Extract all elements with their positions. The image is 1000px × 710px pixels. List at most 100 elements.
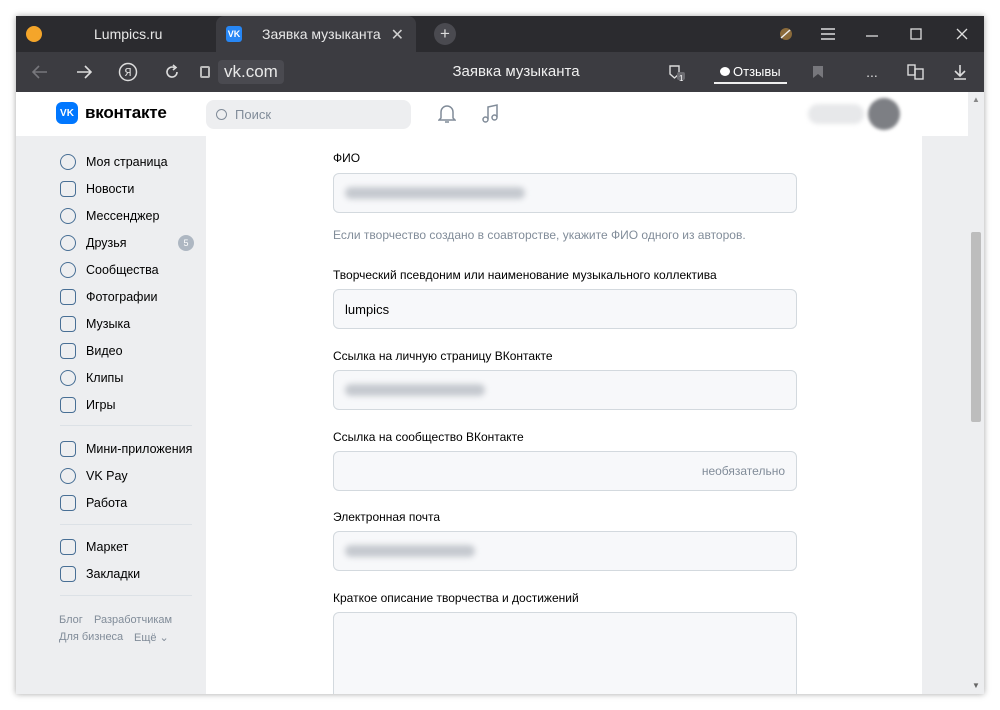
tab-lumpics[interactable]: Lumpics.ru <box>16 16 216 52</box>
sidebar-divider <box>60 425 192 426</box>
arrow-right-icon[interactable] <box>72 52 96 92</box>
download-icon[interactable] <box>948 52 972 92</box>
tab-close-icon[interactable]: ✕ <box>391 25 404 45</box>
sidebar-item-messenger[interactable]: Мессенджер <box>60 205 159 227</box>
sidebar-item-clips[interactable]: Клипы <box>60 367 123 389</box>
communities-icon <box>60 262 76 278</box>
address-bar: Я vk.com Заявка музыканта 1 Отзывы ... <box>16 52 984 92</box>
yandex-icon[interactable]: Я <box>116 52 140 92</box>
sidebar-item-mini-apps[interactable]: Мини-приложения <box>60 438 192 460</box>
scrollbar-thumb[interactable] <box>971 232 981 422</box>
more-button[interactable]: ... <box>860 52 884 92</box>
vk-favicon-icon: VK <box>226 26 242 42</box>
personal-link-value-blurred <box>345 384 485 396</box>
close-icon[interactable] <box>950 16 974 52</box>
sidebar-item-label: Друзья <box>86 236 127 250</box>
arrow-left-icon[interactable] <box>28 52 52 92</box>
url-field[interactable]: vk.com <box>200 60 284 84</box>
downloads-badge: 1 <box>679 74 684 83</box>
page-title: Заявка музыканта <box>452 63 580 80</box>
new-tab-button[interactable]: + <box>434 23 456 45</box>
community-link-field[interactable]: необязательно <box>333 451 797 491</box>
music-icon <box>60 316 76 332</box>
footer-link-developers[interactable]: Разработчикам <box>94 614 172 626</box>
extension-icon[interactable] <box>774 16 798 52</box>
message-icon <box>60 208 76 224</box>
sidebar-item-bookmarks[interactable]: Закладки <box>60 563 140 585</box>
sidebar-item-communities[interactable]: Сообщества <box>60 259 159 281</box>
scroll-down-icon[interactable]: ▼ <box>968 678 984 694</box>
sidebar-item-games[interactable]: Игры <box>60 394 115 416</box>
work-icon <box>60 495 76 511</box>
scroll-up-icon[interactable]: ▲ <box>968 92 984 108</box>
tab-label: Заявка музыканта <box>262 26 381 42</box>
sidebar-item-friends[interactable]: Друзья <box>60 232 127 254</box>
sidebar-item-market[interactable]: Маркет <box>60 536 128 558</box>
pseudonym-label: Творческий псевдоним или наименование му… <box>333 268 717 282</box>
tab-musician-request[interactable]: VK Заявка музыканта ✕ <box>216 16 416 52</box>
protect-shield-icon[interactable]: 1 <box>664 52 688 92</box>
pseudonym-value: lumpics <box>345 301 390 317</box>
sidebar-item-video[interactable]: Видео <box>60 340 123 362</box>
sidebar-item-label: Мессенджер <box>86 209 160 223</box>
sidebar-item-work[interactable]: Работа <box>60 492 127 514</box>
fio-field[interactable] <box>333 173 797 213</box>
minimize-icon[interactable] <box>860 16 884 52</box>
user-circle-icon <box>60 154 76 170</box>
search-placeholder: Поиск <box>235 107 272 122</box>
bookmark-icon[interactable] <box>806 52 830 92</box>
sidebar-item-music[interactable]: Музыка <box>60 313 130 335</box>
sidebar-item-vk-pay[interactable]: VK Pay <box>60 465 128 487</box>
title-bar: Lumpics.ru VK Заявка музыканта ✕ + <box>16 16 984 52</box>
bell-icon[interactable] <box>435 102 459 126</box>
search-icon <box>216 109 227 120</box>
mini-apps-icon <box>60 441 76 457</box>
footer-link-blog[interactable]: Блог <box>59 614 83 626</box>
sidebar: Моя страница Новости Мессенджер Друзья 5… <box>16 136 206 694</box>
email-field[interactable] <box>333 531 797 571</box>
sidebar-item-label: Мини-приложения <box>86 442 193 456</box>
sidebar-item-label: Клипы <box>86 371 124 385</box>
sidebar-item-label: Игры <box>86 398 116 412</box>
page-scrollbar[interactable]: ▲ ▼ <box>968 92 984 694</box>
footer-link-more[interactable]: Ещё ⌄ <box>134 631 169 644</box>
url-text: vk.com <box>218 60 284 84</box>
collections-icon[interactable] <box>904 52 928 92</box>
fio-hint: Если творчество создано в соавторстве, у… <box>333 228 746 242</box>
footer-link-business[interactable]: Для бизнеса <box>59 631 123 643</box>
sidebar-item-photos[interactable]: Фотографии <box>60 286 157 308</box>
lumpics-favicon-icon <box>26 26 42 42</box>
sidebar-divider <box>60 524 192 525</box>
personal-link-label: Ссылка на личную страницу ВКонтакте <box>333 349 553 363</box>
sidebar-item-news[interactable]: Новости <box>60 178 134 200</box>
personal-link-field[interactable] <box>333 370 797 410</box>
community-link-label: Ссылка на сообщество ВКонтакте <box>333 430 524 444</box>
reviews-button[interactable]: Отзывы <box>714 60 787 84</box>
description-label: Краткое описание творчества и достижений <box>333 591 579 605</box>
pseudonym-field[interactable]: lumpics <box>333 289 797 329</box>
optional-placeholder: необязательно <box>701 464 785 478</box>
search-input[interactable]: Поиск <box>206 100 411 129</box>
market-icon <box>60 539 76 555</box>
news-icon <box>60 181 76 197</box>
vk-pay-icon <box>60 468 76 484</box>
sidebar-item-label: Работа <box>86 496 128 510</box>
sidebar-item-label: Моя страница <box>86 155 168 169</box>
friends-icon <box>60 235 76 251</box>
fio-value-blurred <box>345 187 525 199</box>
user-name-blurred[interactable] <box>808 104 864 124</box>
avatar[interactable] <box>868 98 900 130</box>
sidebar-item-label: Новости <box>86 182 135 196</box>
sidebar-item-label: Фотографии <box>86 290 158 304</box>
music-note-icon[interactable] <box>478 102 502 126</box>
friends-badge: 5 <box>178 235 194 251</box>
vk-logo-text: вконтакте <box>85 103 167 122</box>
vk-logo[interactable]: VK вконтакте <box>56 102 167 124</box>
description-textarea[interactable] <box>333 612 797 694</box>
vk-header: VK вконтакте Поиск <box>16 92 968 136</box>
sidebar-item-my-page[interactable]: Моя страница <box>60 151 168 173</box>
hamburger-icon[interactable] <box>816 16 840 52</box>
svg-text:Я: Я <box>124 66 132 79</box>
maximize-icon[interactable] <box>904 16 928 52</box>
reload-icon[interactable] <box>160 52 184 92</box>
